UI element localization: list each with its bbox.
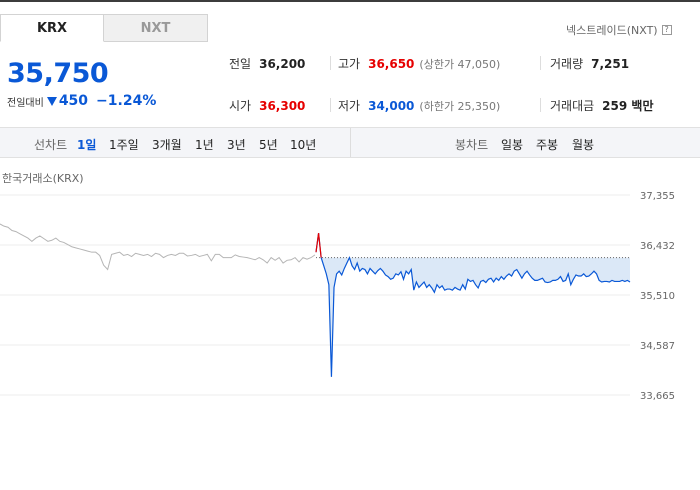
divider [350,128,351,157]
price-change: 전일대비 450 −1.24% [7,93,156,109]
stat-label: 고가 [338,57,361,71]
nxt-link-label: 넥스트레이드(NXT) [566,24,658,37]
stat-volume: 거래량 7,251 [550,55,629,72]
chart-source-label: 한국거래소(KRX) [2,172,84,185]
stat-label: 거래대금 [550,99,595,113]
stat-low: 저가 34,000 (하한가 25,350) [338,97,500,114]
stat-trade-value: 거래대금 259 백만 [550,97,653,114]
stat-value: 36,300 [259,99,306,113]
stat-sub: (하한가 25,350) [419,100,501,113]
change-percent: −1.24% [96,93,157,109]
current-price: 35,750 [7,58,109,89]
stat-value: 36,200 [259,57,306,71]
stat-label: 전일 [229,57,252,71]
divider [540,56,541,70]
y-tick-label: 35,510 [640,291,675,302]
candle-weekly[interactable]: 주봉 [536,136,558,153]
divider [330,98,331,112]
candle-daily[interactable]: 일봉 [501,136,523,153]
stat-sub: (상한가 47,050) [419,58,501,71]
stat-high: 고가 36,650 (상한가 47,050) [338,55,500,72]
y-tick-label: 33,665 [640,391,675,400]
chart-grid [0,194,630,396]
stat-label: 거래량 [550,57,584,71]
period-5y[interactable]: 5년 [259,136,278,153]
divider [330,56,331,70]
y-tick-label: 36,432 [640,241,675,252]
stat-label: 저가 [338,99,361,113]
stat-label: 시가 [229,99,252,113]
stat-value: 259 백만 [602,99,654,113]
period-1d[interactable]: 1일 [77,136,96,153]
top-border [0,0,700,2]
previous-day-series [0,223,316,271]
y-tick-label: 34,587 [640,341,675,352]
price-chart: 37,355 36,432 35,510 34,587 33,665 [0,191,675,400]
candle-chart-label[interactable]: 봉차트 [455,136,488,153]
stat-open: 시가 36,300 [229,97,305,114]
stat-prev-close: 전일 36,200 [229,55,305,72]
up-segment [315,233,320,253]
period-1y[interactable]: 1년 [195,136,214,153]
tab-nxt[interactable]: NXT [104,14,208,42]
y-axis-ticks: 37,355 36,432 35,510 34,587 33,665 [640,191,675,400]
today-area-fill [316,257,630,377]
market-tabs: KRX NXT [0,14,209,42]
change-value: 450 [58,93,89,109]
line-chart-label[interactable]: 선차트 [34,136,67,153]
candle-monthly[interactable]: 월봉 [572,136,594,153]
period-3y[interactable]: 3년 [227,136,246,153]
divider [540,98,541,112]
down-triangle-icon [46,96,57,106]
nxt-link[interactable]: 넥스트레이드(NXT) ? [566,22,672,38]
stat-value: 36,650 [368,57,415,71]
chart-period-bar: 선차트 1일 1주일 3개월 1년 3년 5년 10년 봉차트 일봉 주봉 월봉 [0,127,700,158]
period-3m[interactable]: 3개월 [152,136,182,153]
today-series [315,233,631,377]
y-tick-label: 37,355 [640,191,675,202]
help-icon[interactable]: ? [661,25,672,35]
stat-value: 34,000 [368,99,415,113]
period-1w[interactable]: 1주일 [109,136,139,153]
period-10y[interactable]: 10년 [290,136,316,153]
change-label: 전일대비 [7,97,44,109]
tab-krx[interactable]: KRX [0,14,104,42]
stat-value: 7,251 [591,57,630,71]
